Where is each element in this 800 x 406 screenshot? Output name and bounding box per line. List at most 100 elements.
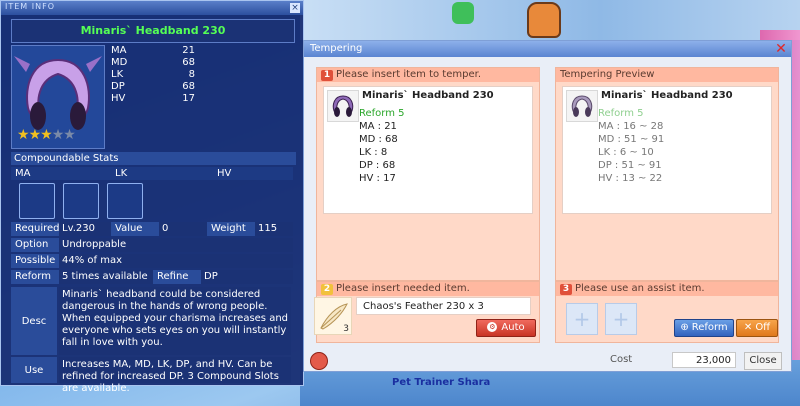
preview-header: Tempering Preview <box>556 68 778 82</box>
step3-header: 3 Please use an assist item. <box>556 282 778 296</box>
desc-label: Desc <box>11 287 57 355</box>
option-label: Option <box>11 238 59 252</box>
reform-label: Reform <box>11 270 59 284</box>
cost-value: 23,000 <box>672 352 736 368</box>
auto-icon: ⚙ <box>487 322 498 332</box>
possible-label: Possible <box>11 254 59 268</box>
star-empty-icon: ★ <box>63 127 76 143</box>
refine-label: Refine <box>153 270 201 284</box>
preview-item-name: Minaris` Headband 230 <box>601 90 733 101</box>
possible-row: Possible 44% of max <box>11 254 293 269</box>
temper-item-stat: MD : 68 <box>359 134 398 145</box>
temper-item-card[interactable]: Minaris` Headband 230 Reform 5 MA : 21 M… <box>323 86 533 214</box>
scene-character-fox <box>527 2 561 38</box>
temper-item-name: Minaris` Headband 230 <box>362 90 494 101</box>
cost-label: Cost <box>610 354 633 365</box>
npc-name-label[interactable]: Pet Trainer Shara <box>392 377 490 388</box>
reform-value: 5 times available <box>59 270 154 284</box>
star-icon: ★ <box>40 127 53 143</box>
preview-item-stat: LK : 6 ~ 10 <box>598 147 654 158</box>
use-label: Use <box>11 357 57 383</box>
option-row: Option Undroppable <box>11 238 293 253</box>
cost-row: Cost 23,000 Close <box>304 352 791 370</box>
item-info-window: ITEM INFO × Minaris` Headband 230 ★★★★★ … <box>0 0 304 394</box>
use-text: Increases MA, MD, LK, DP, and HV. Can be… <box>59 357 291 394</box>
compound-header: Compoundable Stats <box>11 152 296 165</box>
compound-slot-3[interactable] <box>107 183 143 219</box>
step2-text: Please insert needed item. <box>336 283 470 294</box>
close-icon[interactable]: ✕ <box>774 42 788 56</box>
required-value: Lv.230 <box>59 222 112 236</box>
weight-label: Weight <box>207 222 255 236</box>
off-button[interactable]: ✕ Off <box>736 319 778 337</box>
step1-panel: 1 Please insert item to temper. Minaris` … <box>316 67 540 281</box>
temper-item-stat: HV : 17 <box>359 173 396 184</box>
reform-icon: ⊕ <box>680 322 689 333</box>
tempering-title: Tempering <box>310 43 363 54</box>
close-icon[interactable]: × <box>290 3 300 13</box>
auto-button[interactable]: ⚙ Auto <box>476 319 536 337</box>
step1-text: Please insert item to temper. <box>336 69 481 80</box>
needed-item-name: Chaos's Feather 230 x 3 <box>356 297 531 315</box>
step3-text: Please use an assist item. <box>575 283 705 294</box>
weight-value: 115 <box>255 222 293 236</box>
assist-slot-1[interactable]: + <box>566 303 598 335</box>
item-info-title: ITEM INFO <box>5 2 55 11</box>
step3-number: 3 <box>560 284 572 295</box>
star-empty-icon: ★ <box>51 127 65 143</box>
possible-value: 44% of max <box>59 254 293 268</box>
headband-icon <box>566 90 598 122</box>
reform-button[interactable]: ⊕ Reform <box>674 319 734 337</box>
refine-value: DP <box>201 270 293 284</box>
temper-item-stat: DP : 68 <box>359 160 396 171</box>
item-info-titlebar[interactable]: ITEM INFO × <box>1 1 303 15</box>
step2-number: 2 <box>321 284 333 295</box>
value-label: Value <box>111 222 159 236</box>
stat-row: DP 68 <box>111 81 195 92</box>
reform-row: Reform 5 times available Refine DP <box>11 270 293 285</box>
preview-item-stat: MA : 16 ~ 28 <box>598 121 664 132</box>
stat-row: MD 68 <box>111 57 195 68</box>
temper-item-stat: MA : 21 <box>359 121 397 132</box>
preview-item-reform: Reform 5 <box>598 108 644 119</box>
temper-item-reform: Reform 5 <box>359 108 405 119</box>
stat-row: LK 8 <box>111 69 195 80</box>
star-icon: ★ <box>17 127 30 143</box>
compound-label-lk: LK <box>115 168 128 179</box>
tempering-window: Tempering ✕ 1 Please insert item to tempe… <box>303 40 792 372</box>
preview-panel: Tempering Preview Minaris` Headband 230 … <box>555 67 779 281</box>
tempering-titlebar[interactable]: Tempering ✕ <box>304 41 791 57</box>
preview-item-stat: MD : 51 ~ 91 <box>598 134 665 145</box>
temper-item-stat: LK : 8 <box>359 147 388 158</box>
preview-item-stats: Reform 5 MA : 16 ~ 28 MD : 51 ~ 91 LK : … <box>598 107 664 185</box>
stat-row: MA 21 <box>111 45 195 56</box>
item-name-bar: Minaris` Headband 230 <box>11 19 295 43</box>
compound-label-ma: MA <box>15 168 31 179</box>
stat-list: MA 21 MD 68 LK 8 DP 68 HV 17 <box>111 45 195 105</box>
close-button[interactable]: Close <box>744 352 782 370</box>
step1-number: 1 <box>321 70 333 81</box>
desc-text: Minaris` headband could be considered da… <box>59 287 291 355</box>
compound-slot-1[interactable] <box>19 183 55 219</box>
needed-item-count: 3 <box>343 324 349 334</box>
star-icon: ★ <box>28 127 42 143</box>
preview-item-stat: DP : 51 ~ 91 <box>598 160 662 171</box>
item-name: Minaris` Headband 230 <box>80 24 226 37</box>
plus-icon: + <box>573 307 591 331</box>
feather-icon[interactable]: 3 <box>314 297 352 335</box>
stat-row: HV 17 <box>111 93 195 104</box>
scene-character-green <box>452 2 474 24</box>
step1-header: 1 Please insert item to temper. <box>317 68 539 82</box>
value-value: 0 <box>159 222 208 236</box>
assist-slot-2[interactable]: + <box>605 303 637 335</box>
compound-labels: MA LK HV <box>11 167 293 180</box>
plus-icon: + <box>612 307 630 331</box>
compound-slot-2[interactable] <box>63 183 99 219</box>
option-value: Undroppable <box>59 238 293 252</box>
step2-header: 2 Please insert needed item. <box>317 282 539 296</box>
required-label: Required <box>11 222 60 236</box>
temper-item-stats: Reform 5 MA : 21 MD : 68 LK : 8 DP : 68 … <box>359 107 405 185</box>
star-rating: ★★★★★ <box>17 127 76 143</box>
headband-icon <box>327 90 359 122</box>
required-row: Required Lv.230 Value 0 Weight 115 <box>11 222 293 237</box>
